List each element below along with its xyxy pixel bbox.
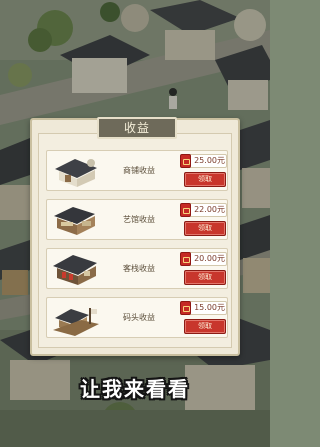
claim-button-dock[interactable]: 领取 — [184, 319, 226, 334]
inn-building-icon — [53, 255, 97, 285]
art-house-building-icon — [54, 207, 95, 235]
income-card-dock: 码头收益 15.00元 领取 — [46, 297, 228, 338]
amount-value: 20.00元 — [194, 254, 225, 263]
red-envelope-icon — [180, 252, 191, 266]
card-label: 客栈收益 — [123, 264, 155, 273]
red-envelope-icon — [180, 301, 191, 315]
amount-display: 15.00元 — [180, 301, 227, 315]
income-card-shop: 商铺收益 25.00元 领取 — [46, 150, 228, 191]
card-label: 商铺收益 — [123, 166, 155, 175]
panel-title: 收益 — [97, 117, 177, 139]
card-label: 码头收益 — [123, 313, 155, 322]
amount-display: 20.00元 — [180, 252, 227, 266]
claim-button-shop[interactable]: 领取 — [184, 172, 226, 187]
red-envelope-icon — [180, 203, 191, 217]
amount-value: 22.00元 — [194, 205, 225, 214]
income-card-art-house: 艺馆收益 22.00元 领取 — [46, 199, 228, 240]
amount-display: 25.00元 — [180, 154, 227, 168]
dock-building-icon — [53, 308, 99, 336]
income-panel: 收益 商铺收益 25.00元 领取 艺馆收益 22.00元 领取 客栈收益 20… — [30, 117, 240, 356]
shop-building-icon — [55, 159, 97, 187]
claim-button-inn[interactable]: 领取 — [184, 270, 226, 285]
amount-value: 15.00元 — [194, 303, 225, 312]
video-subtitle: 让我来看看 — [80, 377, 190, 401]
income-card-inn: 客栈收益 20.00元 领取 — [46, 248, 228, 289]
claim-button-art-house[interactable]: 领取 — [184, 221, 226, 236]
amount-display: 22.00元 — [180, 203, 227, 217]
card-label: 艺馆收益 — [123, 215, 155, 224]
red-envelope-icon — [180, 154, 191, 168]
amount-value: 25.00元 — [194, 156, 225, 165]
